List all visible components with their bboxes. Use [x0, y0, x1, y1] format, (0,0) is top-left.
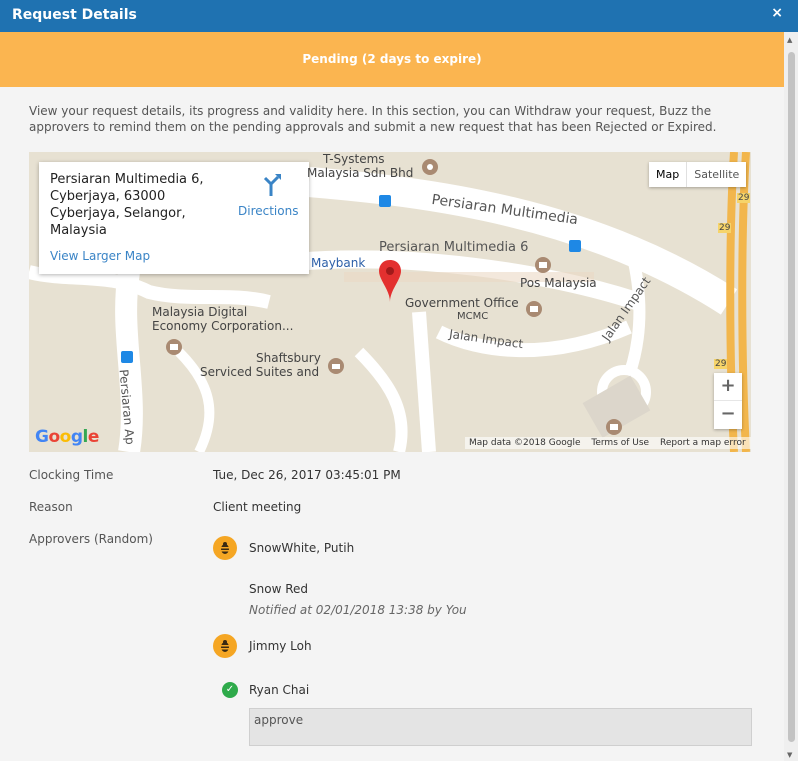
approvers-label: Approvers (Random): [29, 532, 153, 546]
map-label: Economy Corporation...: [152, 319, 294, 333]
pending-bee-icon: [213, 634, 237, 658]
approver-notified-note: Notified at 02/01/2018 13:38 by You: [249, 603, 467, 617]
approver-name: Snow Red: [249, 582, 308, 596]
map-label: Malaysia Sdn Bhd: [307, 166, 414, 180]
scroll-up-arrow-icon[interactable]: ▲: [787, 36, 792, 44]
map-info-card: Persiaran Multimedia 6, Cyberjaya, 63000…: [39, 162, 309, 274]
clocking-time-value: Tue, Dec 26, 2017 03:45:01 PM: [213, 468, 401, 482]
scroll-down-arrow-icon[interactable]: ▼: [787, 751, 792, 759]
check-circle-icon: ✓: [222, 682, 238, 698]
map-type-satellite-button[interactable]: Satellite: [686, 162, 746, 187]
map-label: Pos Malaysia: [520, 276, 597, 290]
status-banner-text: Pending (2 days to expire): [302, 52, 482, 66]
request-details-dialog: Request Details × Pending (2 days to exp…: [0, 0, 798, 761]
approver-name: Ryan Chai: [249, 683, 310, 697]
map-label: Malaysia Digital: [152, 305, 248, 319]
location-pin-icon[interactable]: [379, 260, 401, 302]
map-label: T-Systems: [323, 152, 385, 166]
zoom-in-button[interactable]: +: [714, 373, 742, 401]
directions-icon[interactable]: [261, 174, 281, 196]
map-label: Government Office: [405, 296, 519, 310]
view-larger-map-link[interactable]: View Larger Map: [50, 249, 150, 263]
bus-stop-icon[interactable]: [379, 195, 391, 207]
report-map-error-link[interactable]: Report a map error: [660, 438, 746, 448]
map-label: Shaftsbury: [256, 351, 321, 365]
landmark-icon[interactable]: [605, 418, 623, 436]
map-address: Persiaran Multimedia 6, Cyberjaya, 63000…: [50, 172, 204, 238]
terms-of-use-link[interactable]: Terms of Use: [591, 438, 649, 448]
highway-shield: 29: [714, 359, 728, 369]
map-label: MCMC: [457, 311, 489, 322]
status-banner: Pending (2 days to expire): [0, 32, 784, 87]
approver-name: Jimmy Loh: [249, 639, 312, 653]
hotel-icon[interactable]: [327, 357, 345, 375]
map-type-map-button[interactable]: Map: [649, 162, 686, 187]
dialog-title: Request Details: [12, 7, 137, 23]
close-icon[interactable]: ×: [771, 5, 783, 21]
map-type-control: Map Satellite: [649, 162, 747, 187]
map-data-text: Map data ©2018 Google: [469, 438, 581, 448]
description-text: View your request details, its progress …: [29, 104, 717, 134]
map-label: Persiaran Multimedia 6: [379, 240, 529, 255]
zoom-out-button[interactable]: −: [714, 401, 742, 429]
post-office-icon[interactable]: [534, 256, 552, 274]
location-map[interactable]: Persiaran Multimedia 6, Cyberjaya, 63000…: [29, 152, 751, 452]
google-logo: Google: [35, 427, 99, 447]
vertical-scrollbar[interactable]: ▲ ▼: [784, 32, 798, 761]
bus-stop-icon[interactable]: [121, 351, 133, 363]
map-label: Maybank: [311, 256, 366, 270]
government-building-icon[interactable]: [525, 300, 543, 318]
approver-name: SnowWhite, Putih: [249, 541, 355, 555]
approver-comment: approve: [249, 708, 752, 746]
bus-stop-icon[interactable]: [569, 240, 581, 252]
scrollbar-thumb[interactable]: [788, 52, 795, 742]
highway-shield: 29: [737, 193, 751, 203]
pending-bee-icon: [213, 536, 237, 560]
clocking-time-label: Clocking Time: [29, 468, 114, 482]
reason-value: Client meeting: [213, 500, 302, 514]
map-label: Serviced Suites and: [200, 365, 320, 379]
museum-icon[interactable]: [165, 338, 183, 356]
map-attribution: Map data ©2018 Google Terms of Use Repor…: [465, 437, 751, 449]
poi-marker-icon[interactable]: [421, 158, 439, 176]
highway-shield: 29: [718, 223, 732, 233]
reason-label: Reason: [29, 500, 73, 514]
dialog-titlebar: Request Details ×: [0, 0, 798, 32]
map-zoom-control: + −: [714, 373, 742, 429]
directions-link[interactable]: Directions: [238, 204, 298, 218]
